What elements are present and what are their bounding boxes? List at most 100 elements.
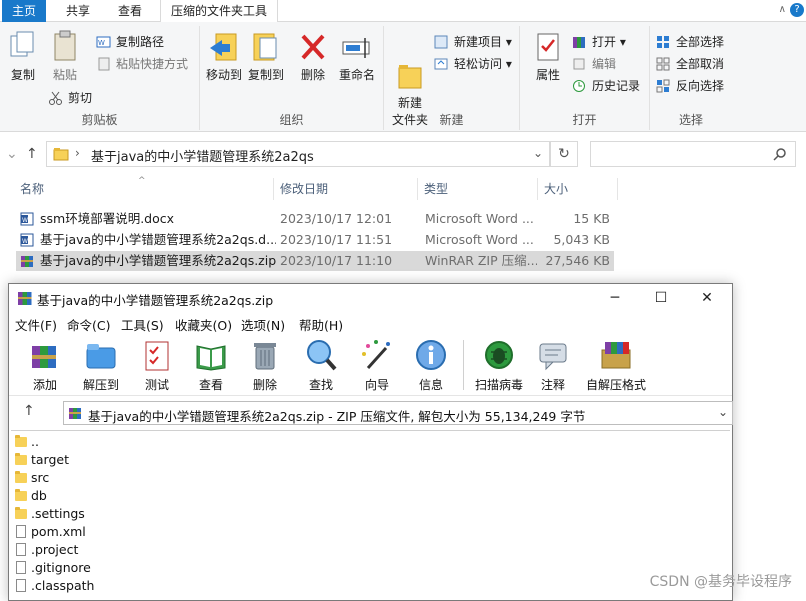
entry-name: .settings	[31, 506, 85, 521]
up-arrow-icon[interactable]: ↑	[26, 146, 38, 162]
archive-path-combobox[interactable]: 基于java的中小学错题管理系统2a2qs.zip - ZIP 压缩文件, 解包…	[63, 401, 733, 425]
copy-path-button[interactable]: W 复制路径	[96, 32, 164, 52]
sfx-button[interactable]: 自解压格式	[583, 338, 649, 393]
invert-selection-button[interactable]: 反向选择	[656, 76, 724, 96]
select-none-button[interactable]: 全部取消	[656, 54, 724, 74]
properties-button[interactable]: 属性	[528, 30, 568, 83]
list-item[interactable]: ..	[13, 433, 39, 451]
file-row-selected[interactable]: 基于java的中小学错题管理系统2a2qs.zip 2023/10/17 11:…	[16, 251, 614, 271]
winrar-toolbar: 添加 解压到 测试 查看 删除 查找 向导 信息 扫描病毒 注释 自解压格式	[9, 336, 732, 396]
move-to-icon	[208, 30, 240, 64]
winrar-path-row: ↑ 基于java的中小学错题管理系统2a2qs.zip - ZIP 压缩文件, …	[9, 398, 733, 428]
copy-button[interactable]: 复制	[6, 30, 40, 83]
menu-help[interactable]: 帮助(H)	[299, 315, 343, 334]
file-name: 基于java的中小学错题管理系统2a2qs.d...	[40, 232, 276, 247]
file-type: Microsoft Word ...	[425, 211, 534, 226]
find-label: 查找	[308, 378, 333, 392]
menu-commands[interactable]: 命令(C)	[67, 315, 110, 334]
scan-virus-button[interactable]: 扫描病毒	[469, 338, 529, 393]
archive-path-text: 基于java的中小学错题管理系统2a2qs.zip - ZIP 压缩文件, 解包…	[88, 409, 586, 424]
minimize-button[interactable]: ─	[592, 286, 638, 310]
address-bar[interactable]: › 基于java的中小学错题管理系统2a2qs ⌄	[46, 141, 550, 167]
view-button[interactable]: 查看	[185, 338, 237, 393]
tab-home[interactable]: 主页	[2, 0, 47, 22]
file-icon	[16, 579, 26, 592]
tab-compressed-folder-tools[interactable]: 压缩的文件夹工具	[160, 0, 279, 22]
delete-button[interactable]: 删除	[296, 30, 330, 83]
rename-button[interactable]: 重命名	[336, 30, 378, 83]
column-header-date[interactable]: 修改日期	[274, 178, 418, 200]
column-header-name[interactable]: 名称 ^	[14, 176, 274, 200]
winrar-window: 基于java的中小学错题管理系统2a2qs.zip ─ ☐ ✕ 文件(F) 命令…	[8, 283, 733, 601]
delete-button[interactable]: 删除	[239, 338, 291, 393]
maximize-button[interactable]: ☐	[638, 286, 684, 310]
chevron-down-icon[interactable]: ⌄	[718, 405, 728, 419]
copy-to-button[interactable]: 复制到	[246, 30, 286, 83]
paste-shortcut-label: 粘贴快捷方式	[116, 57, 189, 71]
folder-icon	[53, 148, 69, 161]
extract-to-button[interactable]: 解压到	[75, 338, 127, 393]
find-button[interactable]: 查找	[295, 338, 347, 393]
column-size-label: 大小	[544, 182, 569, 196]
invert-selection-icon	[656, 79, 671, 93]
refresh-button[interactable]: ↻	[550, 141, 578, 167]
easy-access-button[interactable]: 轻松访问 ▾	[434, 54, 512, 74]
easy-access-label: 轻松访问	[454, 57, 503, 71]
wizard-button[interactable]: 向导	[351, 338, 403, 393]
list-item[interactable]: target	[13, 451, 69, 469]
menu-favorites[interactable]: 收藏夹(O)	[175, 315, 232, 334]
list-item[interactable]: .settings	[13, 505, 85, 523]
open-button[interactable]: 打开 ▾	[572, 32, 626, 52]
comment-label: 注释	[540, 378, 565, 392]
file-row[interactable]: W 基于java的中小学错题管理系统2a2qs.d... 2023/10/17 …	[16, 230, 614, 250]
menu-tools[interactable]: 工具(S)	[121, 315, 164, 334]
list-item[interactable]: .project	[13, 541, 78, 559]
file-type: Microsoft Word ...	[425, 232, 534, 247]
winrar-titlebar[interactable]: 基于java的中小学错题管理系统2a2qs.zip ─ ☐ ✕	[9, 284, 732, 312]
move-to-button[interactable]: 移动到	[204, 30, 244, 83]
file-row[interactable]: W ssm环境部署说明.docx 2023/10/17 12:01 Micros…	[16, 209, 614, 229]
comment-icon	[536, 338, 570, 372]
menu-file[interactable]: 文件(F)	[15, 315, 57, 334]
recent-locations-chevron-icon[interactable]: ⌄	[6, 146, 18, 162]
list-item[interactable]: db	[13, 487, 47, 505]
info-label: 信息	[418, 378, 443, 392]
menu-options[interactable]: 选项(N)	[241, 315, 285, 334]
info-button[interactable]: 信息	[405, 338, 457, 393]
search-input[interactable]	[590, 141, 796, 167]
chevron-up-icon[interactable]: ∧	[779, 4, 786, 15]
list-item[interactable]: pom.xml	[13, 523, 86, 541]
column-header-size[interactable]: 大小	[538, 178, 618, 200]
winrar-icon	[21, 256, 33, 267]
select-none-icon	[656, 57, 671, 71]
cut-button[interactable]: 剪切	[48, 88, 92, 108]
test-button[interactable]: 测试	[131, 338, 183, 393]
new-item-button[interactable]: 新建项目 ▾	[434, 32, 512, 52]
up-arrow-icon[interactable]: ↑	[23, 403, 35, 419]
paste-shortcut-button[interactable]: 粘贴快捷方式	[96, 54, 188, 74]
select-group-label: 选择	[678, 113, 703, 127]
tab-share[interactable]: 共享	[56, 0, 100, 22]
entry-name: db	[31, 488, 47, 503]
delete-label: 删除	[300, 68, 325, 82]
history-icon	[572, 79, 587, 93]
paste-button[interactable]: 粘贴	[48, 30, 82, 83]
history-button[interactable]: 历史记录	[572, 76, 640, 96]
edit-button[interactable]: 编辑	[572, 54, 616, 74]
list-item[interactable]: .gitignore	[13, 559, 91, 577]
select-all-button[interactable]: 全部选择	[656, 32, 724, 52]
list-item[interactable]: src	[13, 469, 49, 487]
address-dropdown-icon[interactable]: ⌄	[533, 146, 543, 160]
svg-text:W: W	[98, 39, 105, 47]
add-button[interactable]: 添加	[19, 338, 71, 393]
cut-label: 剪切	[68, 91, 93, 105]
test-label: 测试	[144, 378, 169, 392]
tab-view[interactable]: 查看	[108, 0, 152, 22]
folder-icon	[15, 453, 27, 465]
close-button[interactable]: ✕	[684, 286, 730, 310]
column-header-type[interactable]: 类型	[418, 178, 538, 200]
copy-to-label: 复制到	[247, 68, 284, 82]
comment-button[interactable]: 注释	[527, 338, 579, 393]
list-item[interactable]: .classpath	[13, 577, 94, 595]
help-icon[interactable]: ?	[790, 3, 804, 17]
